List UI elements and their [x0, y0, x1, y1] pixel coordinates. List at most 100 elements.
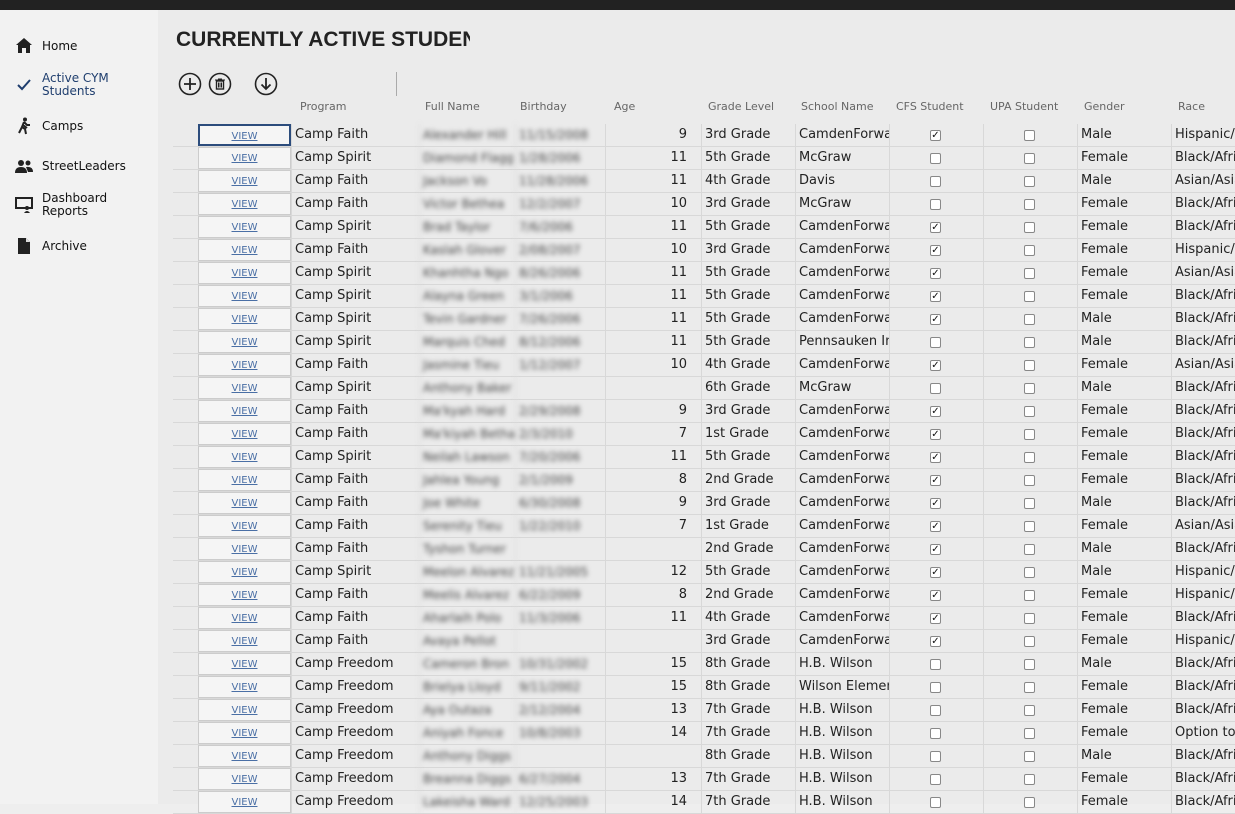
upa-checkbox[interactable] [1024, 314, 1035, 325]
view-link[interactable]: VIEW [232, 406, 258, 417]
view-link[interactable]: VIEW [232, 751, 258, 762]
col-header-race[interactable]: Race [1178, 100, 1205, 113]
cfs-checkbox[interactable]: ✓ [930, 314, 941, 325]
add-button[interactable] [178, 72, 202, 96]
upa-checkbox[interactable] [1024, 636, 1035, 647]
view-link[interactable]: VIEW [232, 705, 258, 716]
upa-checkbox[interactable] [1024, 797, 1035, 808]
view-link[interactable]: VIEW [232, 199, 258, 210]
col-header-gender[interactable]: Gender [1084, 100, 1125, 113]
upa-checkbox[interactable] [1024, 521, 1035, 532]
col-header-cfs-student[interactable]: CFS Student [896, 100, 964, 113]
cfs-checkbox[interactable]: ✓ [930, 613, 941, 624]
cfs-checkbox[interactable] [930, 199, 941, 210]
view-link[interactable]: VIEW [232, 337, 258, 348]
delete-button[interactable] [208, 72, 232, 96]
cfs-checkbox[interactable] [930, 774, 941, 785]
cfs-checkbox[interactable] [930, 728, 941, 739]
upa-checkbox[interactable] [1024, 222, 1035, 233]
upa-checkbox[interactable] [1024, 567, 1035, 578]
cfs-checkbox[interactable] [930, 659, 941, 670]
cfs-checkbox[interactable]: ✓ [930, 452, 941, 463]
view-link[interactable]: VIEW [232, 797, 258, 808]
cfs-checkbox[interactable]: ✓ [930, 360, 941, 371]
upa-checkbox[interactable] [1024, 429, 1035, 440]
cfs-checkbox[interactable]: ✓ [930, 222, 941, 233]
view-link[interactable]: VIEW [232, 131, 258, 142]
view-link[interactable]: VIEW [232, 429, 258, 440]
col-header-upa-student[interactable]: UPA Student [990, 100, 1058, 113]
nav-item-archive[interactable]: Archive [14, 236, 87, 256]
upa-checkbox[interactable] [1024, 590, 1035, 601]
col-header-grade-level[interactable]: Grade Level [708, 100, 774, 113]
col-header-birthday[interactable]: Birthday [520, 100, 567, 113]
view-link[interactable]: VIEW [232, 590, 258, 601]
upa-checkbox[interactable] [1024, 199, 1035, 210]
view-link[interactable]: VIEW [232, 567, 258, 578]
view-link[interactable]: VIEW [232, 659, 258, 670]
view-link[interactable]: VIEW [232, 544, 258, 555]
view-link[interactable]: VIEW [232, 682, 258, 693]
upa-checkbox[interactable] [1024, 728, 1035, 739]
view-link[interactable]: VIEW [232, 498, 258, 509]
upa-checkbox[interactable] [1024, 383, 1035, 394]
cfs-checkbox[interactable] [930, 337, 941, 348]
cfs-checkbox[interactable]: ✓ [930, 291, 941, 302]
cfs-checkbox[interactable] [930, 153, 941, 164]
view-link[interactable]: VIEW [232, 360, 258, 371]
upa-checkbox[interactable] [1024, 360, 1035, 371]
download-button[interactable] [254, 72, 278, 96]
cfs-checkbox[interactable]: ✓ [930, 636, 941, 647]
upa-checkbox[interactable] [1024, 682, 1035, 693]
cfs-checkbox[interactable]: ✓ [930, 475, 941, 486]
cfs-checkbox[interactable]: ✓ [930, 498, 941, 509]
upa-checkbox[interactable] [1024, 130, 1035, 141]
cfs-checkbox[interactable]: ✓ [930, 567, 941, 578]
cfs-checkbox[interactable]: ✓ [930, 521, 941, 532]
cfs-checkbox[interactable]: ✓ [930, 544, 941, 555]
cfs-checkbox[interactable]: ✓ [930, 429, 941, 440]
view-link[interactable]: VIEW [232, 475, 258, 486]
upa-checkbox[interactable] [1024, 268, 1035, 279]
upa-checkbox[interactable] [1024, 613, 1035, 624]
upa-checkbox[interactable] [1024, 498, 1035, 509]
nav-item-home[interactable]: Home [14, 36, 77, 56]
col-header-school-name[interactable]: School Name [801, 100, 873, 113]
upa-checkbox[interactable] [1024, 452, 1035, 463]
cfs-checkbox[interactable] [930, 383, 941, 394]
view-link[interactable]: VIEW [232, 383, 258, 394]
view-link[interactable]: VIEW [232, 176, 258, 187]
col-header-full-name[interactable]: Full Name [425, 100, 480, 113]
cfs-checkbox[interactable]: ✓ [930, 406, 941, 417]
nav-item-streetleaders[interactable]: StreetLeaders [14, 156, 126, 176]
view-link[interactable]: VIEW [232, 774, 258, 785]
nav-item-dashboard-reports[interactable]: Dashboard Reports [14, 192, 122, 218]
cfs-checkbox[interactable] [930, 797, 941, 808]
upa-checkbox[interactable] [1024, 774, 1035, 785]
cfs-checkbox[interactable] [930, 682, 941, 693]
upa-checkbox[interactable] [1024, 659, 1035, 670]
view-link[interactable]: VIEW [232, 291, 258, 302]
view-link[interactable]: VIEW [232, 636, 258, 647]
cfs-checkbox[interactable]: ✓ [930, 245, 941, 256]
col-header-program[interactable]: Program [300, 100, 346, 113]
upa-checkbox[interactable] [1024, 406, 1035, 417]
upa-checkbox[interactable] [1024, 176, 1035, 187]
upa-checkbox[interactable] [1024, 291, 1035, 302]
cfs-checkbox[interactable] [930, 705, 941, 716]
upa-checkbox[interactable] [1024, 337, 1035, 348]
upa-checkbox[interactable] [1024, 544, 1035, 555]
col-header-age[interactable]: Age [614, 100, 635, 113]
view-link[interactable]: VIEW [232, 314, 258, 325]
cfs-checkbox[interactable]: ✓ [930, 268, 941, 279]
upa-checkbox[interactable] [1024, 245, 1035, 256]
view-link[interactable]: VIEW [232, 268, 258, 279]
view-link[interactable]: VIEW [232, 613, 258, 624]
view-link[interactable]: VIEW [232, 222, 258, 233]
cfs-checkbox[interactable]: ✓ [930, 130, 941, 141]
upa-checkbox[interactable] [1024, 705, 1035, 716]
view-link[interactable]: VIEW [232, 521, 258, 532]
view-link[interactable]: VIEW [232, 153, 258, 164]
cfs-checkbox[interactable] [930, 176, 941, 187]
upa-checkbox[interactable] [1024, 751, 1035, 762]
